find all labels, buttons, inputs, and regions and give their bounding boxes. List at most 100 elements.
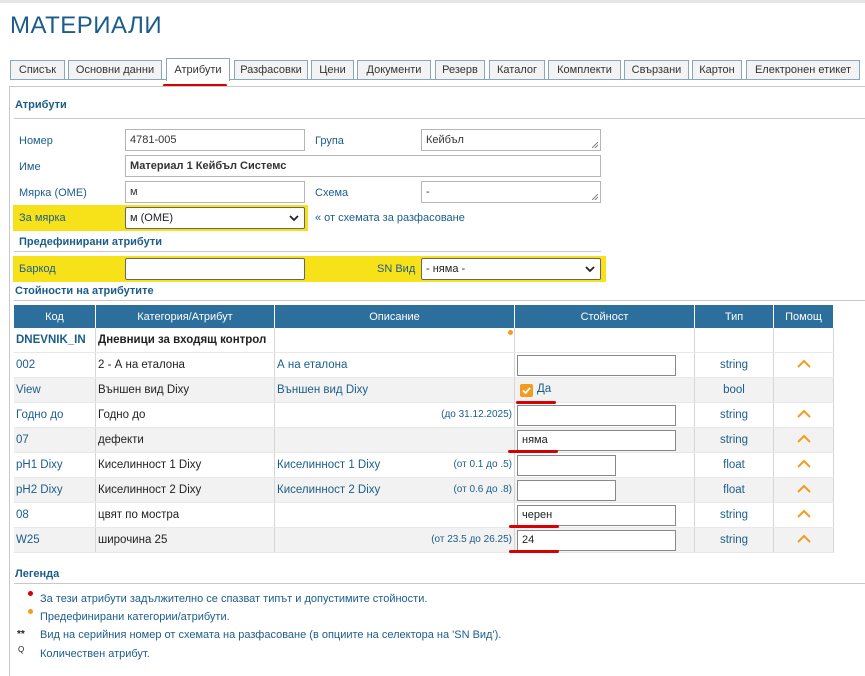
tab-carton[interactable]: Картон [692, 60, 742, 79]
for-unit-hint[interactable]: « от схемата за разфасоване [315, 212, 465, 224]
column-header-value: Стойност [514, 305, 695, 328]
chevron-up-icon[interactable] [796, 509, 811, 518]
annotation-underline [509, 550, 559, 553]
chevron-up-icon[interactable] [796, 409, 811, 418]
unit-label: Мярка (ОМЕ) [19, 187, 87, 199]
row-code[interactable]: View [16, 384, 41, 396]
legend-title: Легенда [15, 568, 60, 580]
row-range: (от 0.6 до .8) [453, 484, 512, 495]
bool-value: Да [537, 383, 552, 395]
row-type: string [719, 434, 749, 446]
row-category: Годно до [98, 409, 146, 421]
row-type: string [719, 509, 749, 521]
annotation-underline [508, 450, 558, 453]
row-category: Киселинност 2 Dixy [98, 484, 202, 496]
tab-prices[interactable]: Цени [311, 60, 354, 79]
for-unit-select[interactable]: м (ОМЕ) [125, 207, 305, 229]
group-category: Дневници за входящ контрол [98, 334, 267, 346]
schema-label: Схема [315, 187, 349, 199]
barcode-label: Баркод [19, 263, 56, 275]
annotation-underline [509, 525, 559, 528]
row-code[interactable]: W25 [16, 534, 40, 546]
bool-checkbox[interactable] [520, 384, 533, 397]
chevron-up-icon[interactable] [796, 459, 811, 468]
row-category: цвят по мостра [98, 509, 180, 521]
chevron-up-icon[interactable] [796, 484, 811, 493]
attribute-values-table: Код Категория/Атрибут Описание Стойност … [14, 305, 834, 553]
group-field[interactable]: Кейбъл [421, 129, 601, 151]
tab-main-data[interactable]: Основни данни [68, 60, 162, 79]
row-value-input[interactable] [517, 355, 676, 376]
row-value-input[interactable] [517, 405, 676, 426]
legend-symbol-sn: ** [17, 629, 25, 640]
row-category: широчина 25 [98, 534, 168, 546]
predefined-section-title: Предефинирани атрибути [19, 236, 162, 248]
tab-related[interactable]: Свързани [624, 60, 689, 79]
section-divider [14, 300, 865, 301]
tab-kits[interactable]: Комплекти [548, 60, 621, 79]
section-divider [14, 583, 865, 584]
name-label: Име [19, 161, 41, 173]
schema-value: - [426, 186, 430, 198]
unit-field[interactable]: м [125, 181, 305, 203]
group-value: Кейбъл [426, 134, 464, 146]
table-row: 07 дефекти няма string [14, 427, 834, 453]
row-type: float [723, 459, 745, 471]
row-description[interactable]: Външен вид Dixy [277, 384, 368, 396]
row-code[interactable]: pH2 Dixy [16, 484, 63, 496]
chevron-up-icon[interactable] [796, 434, 811, 443]
legend-item-required: За тези атрибути задължително се спазват… [40, 593, 428, 605]
number-field[interactable]: 4781-005 [125, 129, 305, 151]
chevron-up-icon[interactable] [796, 359, 811, 368]
table-row: W25 широчина 25 (от 23.5 до 26.25) 24 st… [14, 527, 834, 553]
table-row: Годно до Годно до (до 31.12.2025) string [14, 402, 834, 428]
name-field[interactable]: Материал 1 Кейбъл Системс [125, 155, 601, 177]
chevron-up-icon[interactable] [796, 534, 811, 543]
table-row: pH1 Dixy Киселинност 1 Dixy Киселинност … [14, 452, 834, 478]
checkmark-icon [522, 387, 531, 395]
row-value-input[interactable] [517, 480, 616, 501]
resize-grip-icon [592, 142, 598, 148]
row-code[interactable]: pH1 Dixy [16, 459, 63, 471]
row-code[interactable]: 07 [16, 434, 29, 446]
row-code[interactable]: Годно до [16, 409, 63, 421]
orange-dot-icon [28, 609, 33, 614]
tab-reserve[interactable]: Резерв [435, 60, 485, 79]
tab-documents[interactable]: Документи [357, 60, 431, 79]
group-code[interactable]: DNEVNIK_IN [16, 334, 86, 346]
row-type: float [723, 484, 745, 496]
row-value-input[interactable] [517, 455, 616, 476]
table-row: pH2 Dixy Киселинност 2 Dixy Киселинност … [14, 477, 834, 503]
section-divider [14, 118, 865, 119]
column-header-description: Описание [274, 305, 515, 328]
legend-symbol-quantity: Q [18, 645, 25, 654]
tab-electronic-label[interactable]: Електронен етикет [746, 60, 860, 79]
tab-catalog[interactable]: Каталог [489, 60, 545, 79]
tab-list[interactable]: Списък [10, 60, 65, 79]
table-row: 002 2 - А на еталона А на еталона string [14, 352, 834, 378]
row-range: (до 31.12.2025) [441, 409, 512, 420]
row-code[interactable]: 08 [16, 509, 29, 521]
schema-field[interactable]: - [421, 181, 601, 203]
column-header-code: Код [14, 305, 96, 328]
row-range: (от 23.5 до 26.25) [431, 534, 512, 545]
row-description[interactable]: А на еталона [277, 359, 347, 371]
top-divider [0, 0, 865, 3]
row-description[interactable]: Киселинност 2 Dixy [277, 484, 380, 496]
row-value-input[interactable]: 24 [517, 530, 676, 551]
row-category: дефекти [98, 434, 144, 446]
row-value-input[interactable]: черен [517, 505, 676, 526]
barcode-input[interactable] [125, 258, 305, 280]
row-category: Киселинност 1 Dixy [98, 459, 202, 471]
row-code[interactable]: 002 [16, 359, 35, 371]
predefined-dot [508, 330, 513, 335]
tab-packaging[interactable]: Разфасовки [234, 60, 308, 79]
table-row: View Външен вид Dixy Външен вид Dixy Да … [14, 377, 834, 403]
tab-attributes[interactable]: Атрибути [166, 58, 230, 81]
row-value-input[interactable]: няма [517, 430, 676, 451]
sn-label: SN Вид [377, 263, 416, 275]
row-description[interactable]: Киселинност 1 Dixy [277, 459, 380, 471]
sn-type-select[interactable]: - няма - [421, 258, 601, 280]
column-header-category: Категория/Атрибут [95, 305, 275, 328]
unit-value: м [130, 186, 138, 198]
